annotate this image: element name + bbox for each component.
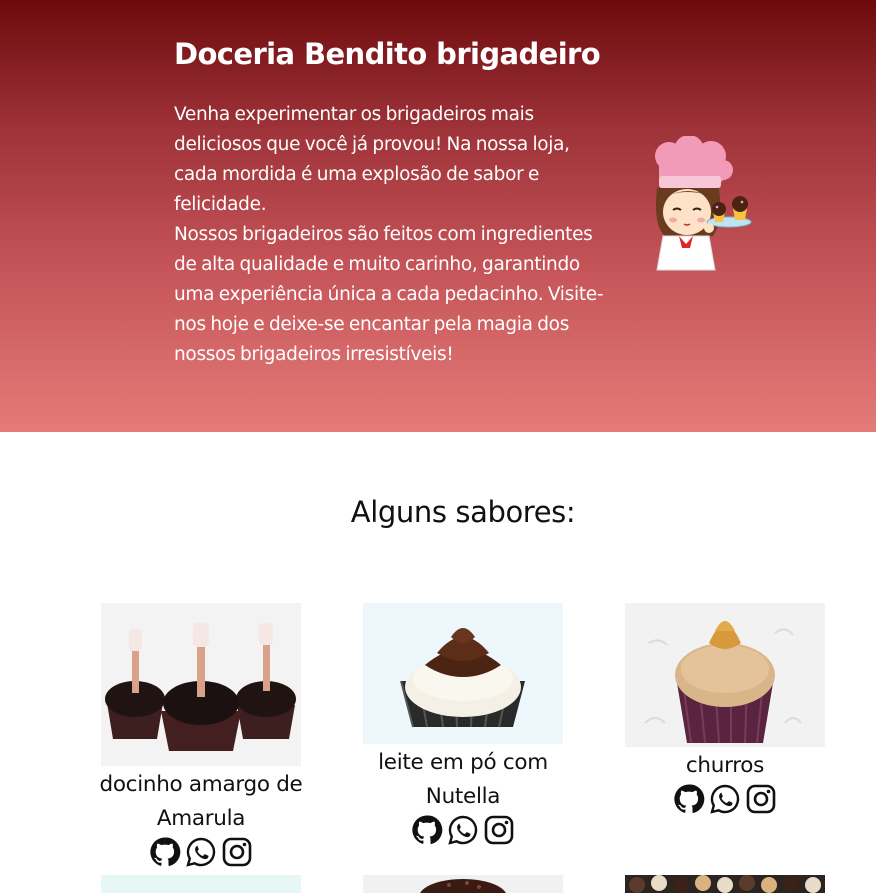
flavor-name: churros bbox=[685, 753, 765, 778]
hero-section: Doceria Bendito brigadeiro Venha experim… bbox=[0, 0, 876, 432]
page-title: Doceria Bendito brigadeiro bbox=[174, 37, 601, 71]
instagram-icon[interactable] bbox=[221, 836, 253, 868]
github-icon[interactable] bbox=[149, 836, 181, 868]
instagram-icon[interactable] bbox=[483, 814, 515, 846]
hero-description-line-2: Nossos brigadeiros são feitos com ingred… bbox=[174, 224, 604, 365]
amarula-brigadeiro-photo bbox=[101, 603, 301, 766]
social-links bbox=[604, 783, 846, 815]
whatsapp-icon[interactable] bbox=[447, 814, 479, 846]
flavor-card: churros bbox=[604, 603, 846, 815]
chef-girl-with-cupcakes-icon bbox=[655, 136, 752, 271]
hero-description-line-1: Venha experimentar os brigadeiros mais d… bbox=[174, 104, 570, 215]
nutella-brigadeiro-photo bbox=[363, 603, 563, 744]
flavor-photo-partial bbox=[625, 875, 825, 893]
churros-brigadeiro-photo bbox=[625, 603, 825, 747]
flavor-name: docinho amargo de Amarula bbox=[99, 772, 303, 831]
instagram-icon[interactable] bbox=[745, 783, 777, 815]
whatsapp-icon[interactable] bbox=[709, 783, 741, 815]
social-links bbox=[342, 814, 584, 846]
flavor-card: leite em pó com Nutella bbox=[342, 603, 584, 846]
github-icon[interactable] bbox=[673, 783, 705, 815]
flavor-name: leite em pó com Nutella bbox=[378, 750, 548, 809]
hero-text-block: Doceria Bendito brigadeiro Venha experim… bbox=[174, 34, 614, 370]
hero-description: Venha experimentar os brigadeiros mais d… bbox=[174, 100, 614, 370]
social-links bbox=[80, 836, 322, 868]
flavor-photo-partial bbox=[363, 875, 563, 893]
flavor-photo-partial bbox=[101, 875, 301, 893]
github-icon[interactable] bbox=[411, 814, 443, 846]
whatsapp-icon[interactable] bbox=[185, 836, 217, 868]
flavor-card: docinho amargo de Amarula bbox=[80, 603, 322, 868]
flavors-heading: Alguns sabores: bbox=[350, 495, 576, 529]
